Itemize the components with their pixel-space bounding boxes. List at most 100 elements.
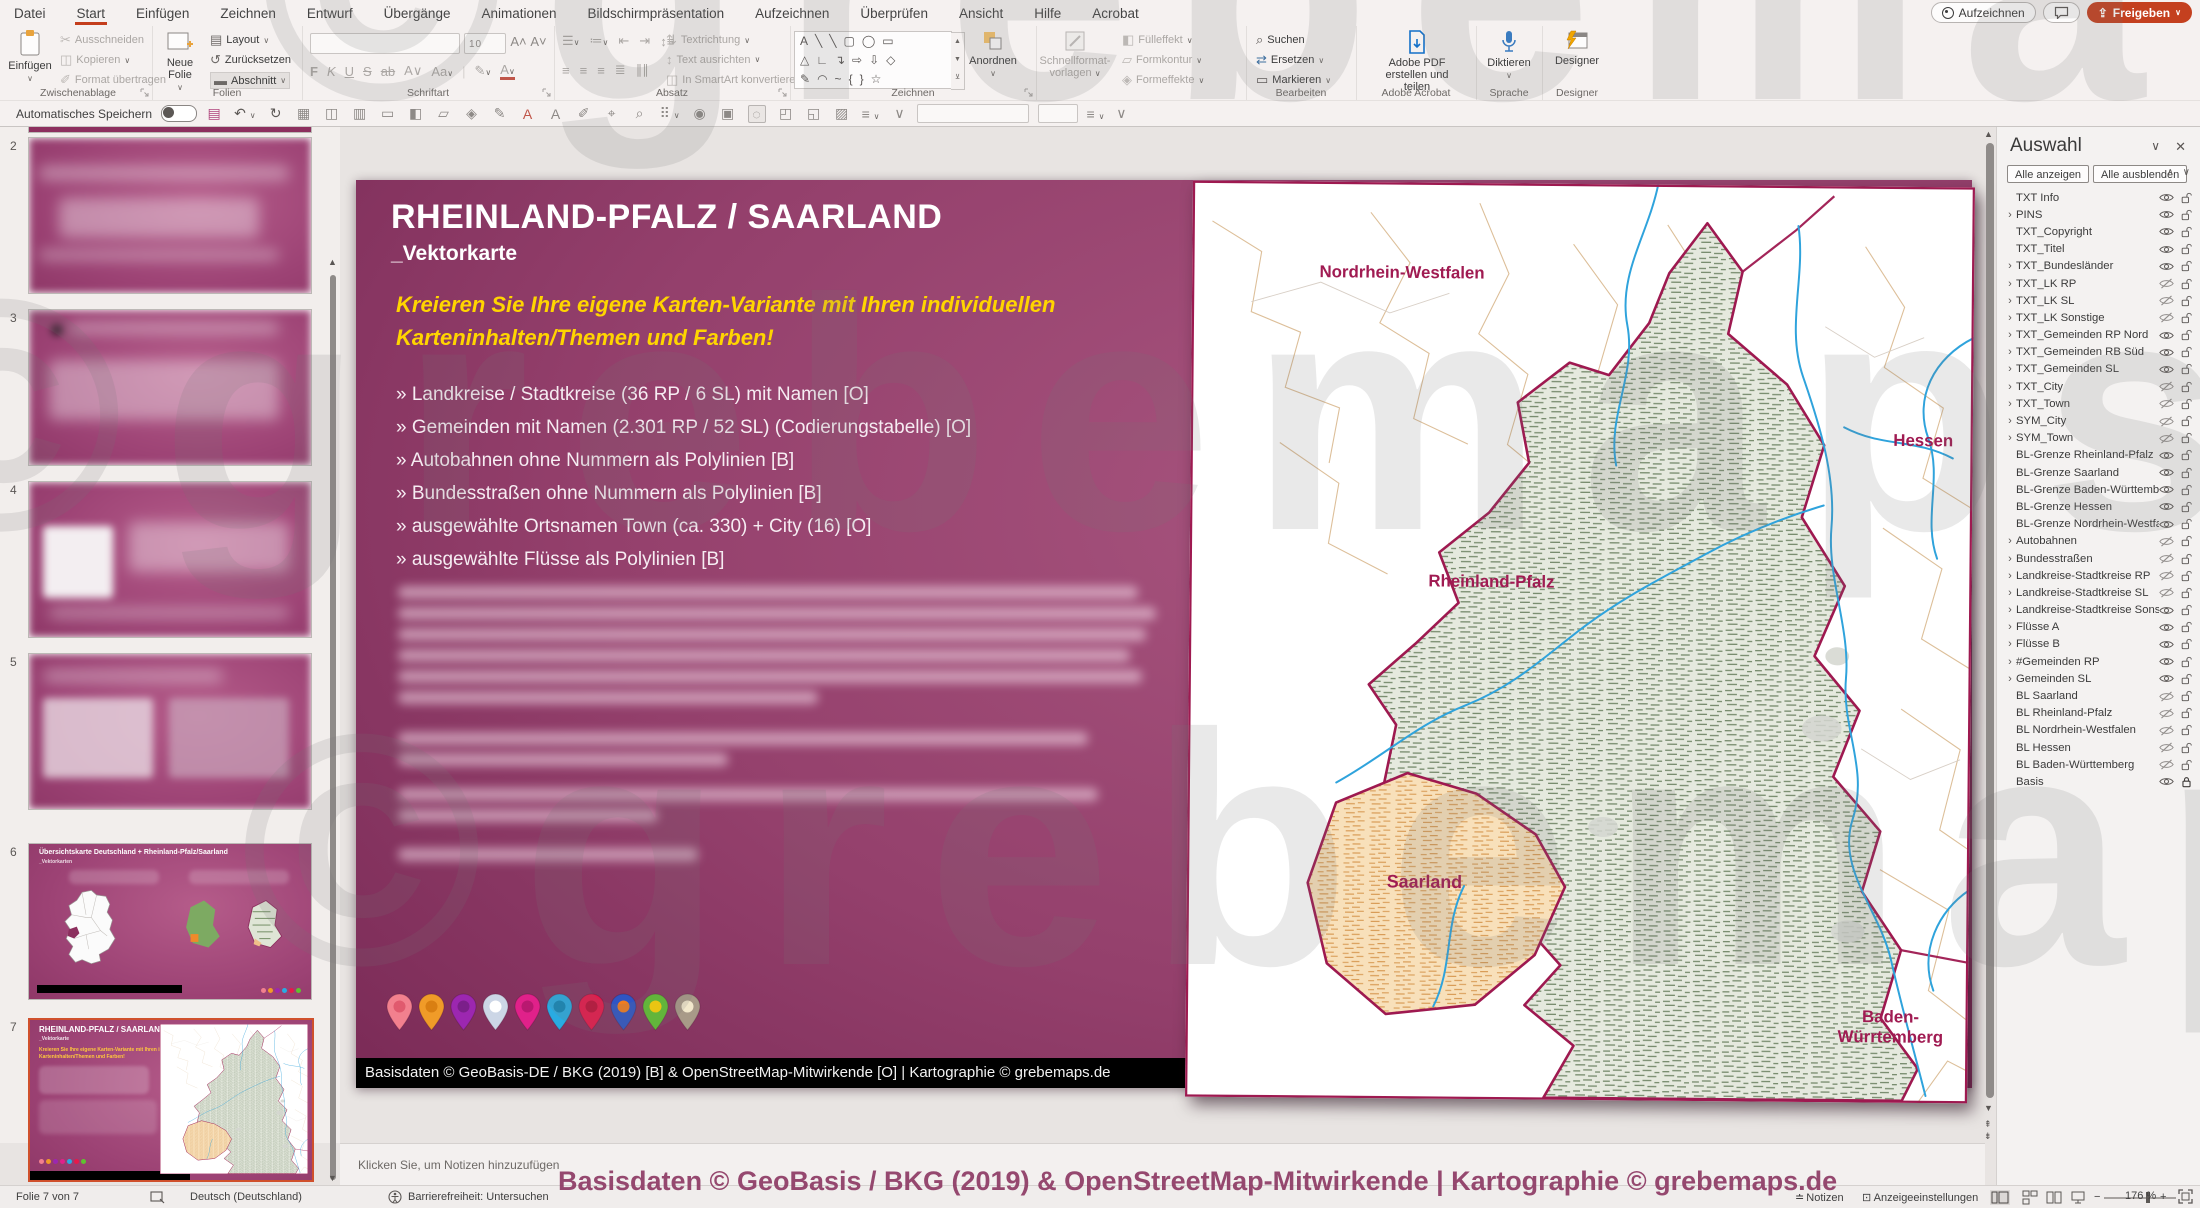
visible-eye-icon[interactable] [2159, 639, 2174, 650]
dictate-button[interactable]: Diktieren ∨ [1483, 29, 1535, 82]
slideshow-icon[interactable] [2070, 1190, 2086, 1205]
expand-chevron-icon[interactable]: › [2004, 553, 2016, 565]
expand-chevron-icon[interactable]: › [2004, 535, 2016, 547]
unlocked-icon[interactable] [2181, 209, 2192, 221]
text-outline-icon[interactable]: A [548, 106, 564, 122]
unlocked-icon[interactable] [2181, 312, 2192, 324]
hidden-eye-icon[interactable] [2159, 312, 2174, 323]
shrink-font-icon[interactable]: A˅ [530, 34, 547, 49]
shape-icon[interactable]: } [860, 71, 864, 88]
unlocked-icon[interactable] [2181, 398, 2192, 410]
hidden-eye-icon[interactable] [2159, 416, 2174, 427]
selection-pane-item[interactable]: ›BL-Grenze Baden-Württemberg [1997, 481, 2200, 498]
char-spacing-button[interactable]: A∨ [404, 63, 422, 79]
shape-icon[interactable]: ◇ [886, 52, 895, 69]
visible-eye-icon[interactable] [2159, 519, 2174, 530]
text-direction-button[interactable]: ⇅ Textrichtung ∨ [666, 32, 750, 48]
pane-collapse-icon[interactable]: ∨ [2151, 139, 2160, 153]
expand-chevron-icon[interactable]: › [2004, 398, 2016, 410]
zoom-level[interactable]: 176 % [2125, 1190, 2156, 1202]
selection-pane-item[interactable]: › TXT_LK RP [1997, 275, 2200, 292]
language-indicator[interactable]: Deutsch (Deutschland) [190, 1191, 302, 1203]
selection-pane-item[interactable]: › SYM_Town [1997, 430, 2200, 447]
paste-button[interactable]: Einfügen ∨ [4, 29, 56, 85]
align-left-button[interactable]: ≡ [562, 63, 570, 78]
visible-eye-icon[interactable] [2159, 261, 2174, 272]
slide-7-thumbnail-selected[interactable]: RHEINLAND-PFALZ / SAARLAND _Vektorkarte … [28, 1018, 314, 1182]
ribbon-tab-acrobat[interactable]: Acrobat [1090, 2, 1141, 25]
bullet-list-button[interactable]: ☰∨ [562, 33, 580, 49]
strikethrough-button[interactable]: S [363, 64, 372, 79]
thumbnail-scroll-down-icon[interactable]: ▼ [328, 1173, 337, 1183]
shape-icon[interactable]: △ [800, 52, 809, 69]
selection-pane-item[interactable]: ›BL-Grenze Hessen [1997, 498, 2200, 515]
hidden-eye-icon[interactable] [2159, 725, 2174, 736]
selection-pane-item[interactable]: › TXT_LK Sonstige [1997, 309, 2200, 326]
selection-pane-item[interactable]: › Flüsse B [1997, 636, 2200, 653]
unlocked-icon[interactable] [2181, 226, 2192, 238]
ribbon-tab-einfügen[interactable]: Einfügen [134, 2, 191, 25]
visible-eye-icon[interactable] [2159, 622, 2174, 633]
visible-eye-icon[interactable] [2159, 450, 2174, 461]
align-right-button[interactable]: ≡ [597, 63, 605, 78]
expand-chevron-icon[interactable]: › [2004, 346, 2016, 358]
selection-pane-item[interactable]: › #Gemeinden RP [1997, 653, 2200, 670]
group-icon[interactable]: ◰ [778, 105, 794, 122]
save-icon[interactable]: ▤ [206, 105, 222, 122]
slide-5-thumbnail[interactable] [28, 653, 312, 810]
previous-slide-icon[interactable]: ⇞ [1984, 1119, 1992, 1130]
shape-outline-button[interactable]: ▱ Formkontur ∨ [1122, 52, 1202, 68]
hidden-eye-icon[interactable] [2159, 587, 2174, 598]
expand-chevron-icon[interactable]: › [2004, 209, 2016, 221]
unlocked-icon[interactable] [2181, 518, 2192, 530]
hidden-eye-icon[interactable] [2159, 398, 2174, 409]
paste-icon[interactable]: ▦ [296, 105, 312, 122]
new-slide-button[interactable]: Neue Folie ∨ [154, 29, 206, 94]
selection-pane-item[interactable]: › Autobahnen [1997, 533, 2200, 550]
hidden-eye-icon[interactable] [2159, 742, 2174, 753]
shape-icon[interactable]: A [800, 33, 808, 50]
ungroup-icon[interactable]: ◱ [806, 105, 822, 122]
layout-icon[interactable]: ▭ [380, 105, 396, 122]
shape-icon[interactable]: ✎ [800, 71, 810, 88]
selection-pane-item[interactable]: ›Landkreise-Stadtkreise Sonstige [1997, 602, 2200, 619]
visible-eye-icon[interactable] [2159, 209, 2174, 220]
zoom-in-icon[interactable]: + [2160, 1191, 2166, 1203]
ribbon-tab-aufzeichnen[interactable]: Aufzeichnen [753, 2, 831, 25]
slide-2-thumbnail[interactable] [28, 137, 312, 294]
reading-view-icon[interactable] [2046, 1190, 2062, 1205]
pane-reorder-up-icon[interactable]: ∧ [2167, 167, 2174, 178]
canvas-scroll-down-icon[interactable]: ▼ [1984, 1103, 1993, 1113]
align-text-button[interactable]: ↕ Text ausrichten ∨ [666, 52, 760, 67]
textbox-icon[interactable]: ▣ [720, 105, 736, 122]
selection-pane-item[interactable]: › TXT_City [1997, 378, 2200, 395]
anchor-icon[interactable]: ⌖ [604, 105, 620, 122]
expand-chevron-icon[interactable]: › [2004, 312, 2016, 324]
visible-eye-icon[interactable] [2159, 656, 2174, 667]
hidden-eye-icon[interactable] [2159, 691, 2174, 702]
slide-indicator[interactable]: Folie 7 von 7 [16, 1191, 79, 1203]
visible-eye-icon[interactable] [2159, 226, 2174, 237]
ribbon-tab-übergänge[interactable]: Übergänge [382, 2, 453, 25]
visible-eye-icon[interactable] [2159, 192, 2174, 203]
selection-pane-item[interactable]: › SYM_City [1997, 412, 2200, 429]
line-spacing-icon[interactable]: ≡ ∨ [1087, 106, 1105, 122]
slide-sorter-icon[interactable] [2022, 1190, 2038, 1205]
pane-close-icon[interactable]: ✕ [2175, 139, 2186, 155]
selection-pane-item[interactable]: ›BL-Grenze Rheinland-Pfalz [1997, 447, 2200, 464]
qat-font-select[interactable] [916, 104, 1029, 123]
hidden-eye-icon[interactable] [2159, 759, 2174, 770]
unlocked-icon[interactable] [2181, 587, 2192, 599]
reset-button[interactable]: ↺ Zurücksetzen [210, 52, 291, 68]
replace-button[interactable]: ⇄ Ersetzen ∨ [1256, 52, 1324, 68]
expand-chevron-icon[interactable]: › [2004, 673, 2016, 685]
display-settings-toggle[interactable]: ⊡ Anzeigeeinstellungen [1862, 1191, 1978, 1204]
dialog-launcher-icon[interactable] [542, 88, 551, 97]
redo-icon[interactable]: ↻ [268, 105, 284, 122]
expand-chevron-icon[interactable]: › [2004, 604, 2016, 616]
visible-eye-icon[interactable] [2159, 501, 2174, 512]
duplicate-slide-icon[interactable]: ▥ [352, 105, 368, 122]
selection-pane-item[interactable]: › TXT_Gemeinden RB Süd [1997, 344, 2200, 361]
expand-chevron-icon[interactable]: › [2004, 260, 2016, 272]
unlocked-icon[interactable] [2181, 432, 2192, 444]
